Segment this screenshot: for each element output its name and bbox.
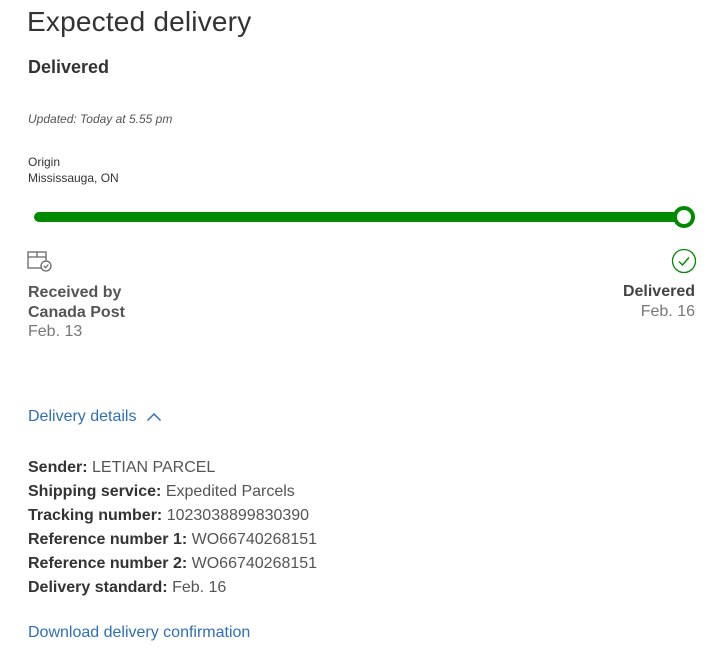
details-label: Delivery standard: xyxy=(28,579,168,596)
delivery-details-toggle-label: Delivery details xyxy=(28,408,137,425)
details-label: Shipping service: xyxy=(28,483,162,500)
check-circle-icon xyxy=(671,248,697,274)
received-milestone-date: Feb. 13 xyxy=(28,323,83,340)
details-value: Feb. 16 xyxy=(172,579,227,596)
delivered-milestone-date: Feb. 16 xyxy=(640,303,695,320)
delivered-milestone-title: Delivered xyxy=(622,283,695,300)
details-row-shipping-service: Shipping service: Expedited Parcels xyxy=(28,480,317,504)
details-value: Expedited Parcels xyxy=(165,483,295,500)
details-label: Tracking number: xyxy=(28,507,163,524)
details-value: WO66740268151 xyxy=(191,531,318,548)
details-value: WO66740268151 xyxy=(191,555,318,572)
details-row-tracking-number: Tracking number: 1023038899830390 xyxy=(28,504,317,528)
details-label: Sender: xyxy=(28,459,88,476)
details-row-delivery-standard: Delivery standard: Feb. 16 xyxy=(28,576,317,600)
chevron-up-icon xyxy=(147,412,162,422)
origin-label: Origin xyxy=(28,155,61,169)
details-label: Reference number 2: xyxy=(28,555,188,572)
details-row-reference-1: Reference number 1: WO66740268151 xyxy=(28,528,317,552)
delivery-details-toggle[interactable]: Delivery details xyxy=(28,408,162,426)
progress-track xyxy=(34,212,686,222)
details-value: 1023038899830390 xyxy=(166,507,310,524)
package-icon xyxy=(27,249,53,273)
details-value: LETIAN PARCEL xyxy=(92,459,216,476)
page-title: Expected delivery xyxy=(27,6,252,37)
received-milestone-title: Received by Canada Post xyxy=(28,284,125,321)
delivery-status: Delivered xyxy=(28,57,110,77)
details-row-sender: Sender: LETIAN PARCEL xyxy=(28,456,317,480)
download-delivery-confirmation-link[interactable]: Download delivery confirmation xyxy=(28,624,250,642)
details-row-reference-2: Reference number 2: WO66740268151 xyxy=(28,552,317,576)
progress-end-marker xyxy=(673,206,695,228)
updated-timestamp: Updated: Today at 5.55 pm xyxy=(28,112,173,126)
origin-value: Mississauga, ON xyxy=(28,171,119,185)
delivery-details-list: Sender: LETIAN PARCEL Shipping service: … xyxy=(28,456,317,600)
details-label: Reference number 1: xyxy=(28,531,188,548)
